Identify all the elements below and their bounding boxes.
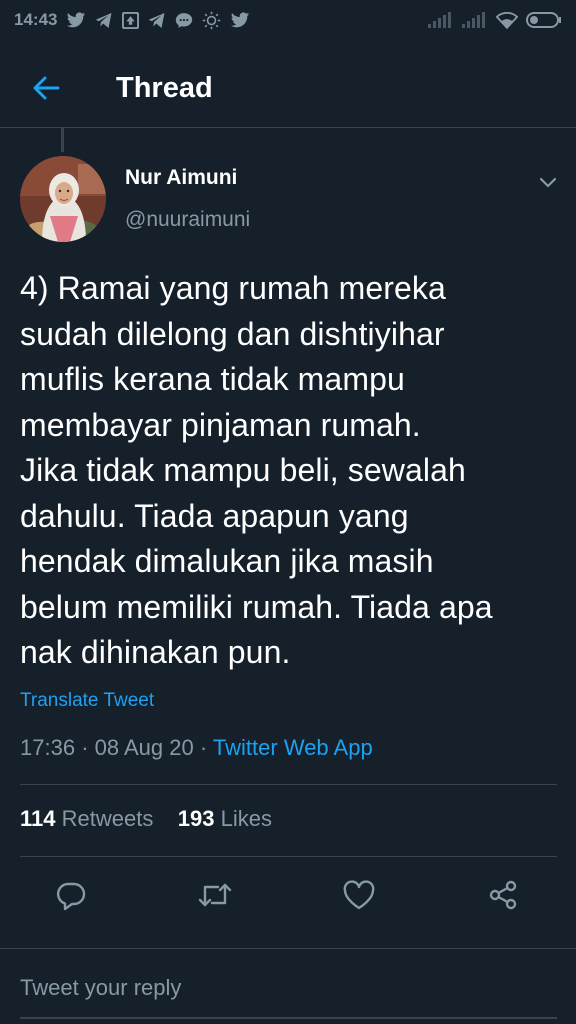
share-button[interactable] bbox=[484, 876, 522, 914]
tweet-stats: 114 Retweets 193 Likes bbox=[20, 806, 272, 832]
avatar-photo bbox=[20, 156, 106, 242]
more-options-button[interactable] bbox=[536, 170, 560, 194]
retweet-icon bbox=[198, 883, 232, 907]
retweets-stat[interactable]: 114 Retweets bbox=[20, 806, 153, 831]
status-bar-right bbox=[428, 11, 562, 29]
like-button[interactable] bbox=[340, 876, 378, 914]
back-arrow-icon bbox=[33, 76, 60, 100]
meta-separator: · bbox=[81, 735, 89, 760]
status-time: 14:43 bbox=[14, 10, 58, 29]
divider bbox=[20, 784, 557, 785]
reply-button[interactable] bbox=[52, 876, 90, 914]
chat-notification-icon bbox=[176, 12, 193, 28]
chevron-down-icon bbox=[539, 177, 557, 188]
thread-connector-line bbox=[61, 128, 64, 152]
tweet-meta: 17:36 · 08 Aug 20 · Twitter Web App bbox=[20, 735, 373, 761]
likes-count: 193 bbox=[177, 806, 215, 831]
battery-icon bbox=[526, 12, 561, 28]
tweet-date: 08 Aug 20 bbox=[94, 735, 194, 760]
status-bar: 14:43 bbox=[0, 0, 576, 40]
top-bar: Thread bbox=[0, 48, 576, 128]
reply-icon bbox=[56, 882, 86, 911]
signal-icon-2 bbox=[462, 12, 485, 28]
meta-separator-2: · bbox=[199, 735, 208, 760]
tweet-text: 4) Ramai yang rumah mereka sudah dilelon… bbox=[20, 270, 493, 670]
reply-input[interactable]: Tweet your reply bbox=[20, 975, 420, 1001]
page-title: Thread bbox=[116, 72, 213, 104]
tweet-actions bbox=[0, 860, 576, 930]
author-handle[interactable]: @nuuraimuni bbox=[125, 208, 250, 232]
likes-stat[interactable]: 193 Likes bbox=[178, 806, 272, 831]
back-button[interactable] bbox=[26, 68, 66, 108]
heart-icon bbox=[343, 880, 375, 910]
likes-label: Likes bbox=[220, 806, 272, 831]
reply-bar: Tweet your reply bbox=[0, 948, 576, 1024]
author-name[interactable]: Nur Aimuni bbox=[125, 166, 237, 190]
tweet-time: 17:36 bbox=[20, 735, 76, 760]
divider-2 bbox=[20, 856, 557, 857]
reply-input-underline bbox=[20, 1017, 557, 1019]
tweet-source-link[interactable]: Twitter Web App bbox=[213, 735, 373, 760]
telegram-notification-icon bbox=[96, 12, 112, 28]
status-bar-left: 14:43 bbox=[14, 10, 250, 30]
avatar[interactable] bbox=[20, 156, 106, 242]
retweets-label: Retweets bbox=[61, 806, 154, 831]
twitter-notification-icon-2 bbox=[231, 11, 250, 27]
brightness-notification-icon bbox=[203, 11, 221, 29]
retweet-button[interactable] bbox=[196, 876, 234, 914]
retweets-count: 114 bbox=[20, 806, 56, 831]
telegram-notification-icon-2 bbox=[149, 12, 165, 28]
upload-notification-icon bbox=[122, 11, 140, 29]
signal-icon bbox=[428, 12, 451, 28]
twitter-notification-icon bbox=[67, 11, 86, 27]
wifi-icon bbox=[496, 11, 518, 29]
share-icon bbox=[489, 880, 517, 910]
translate-tweet-link[interactable]: Translate Tweet bbox=[20, 690, 154, 712]
